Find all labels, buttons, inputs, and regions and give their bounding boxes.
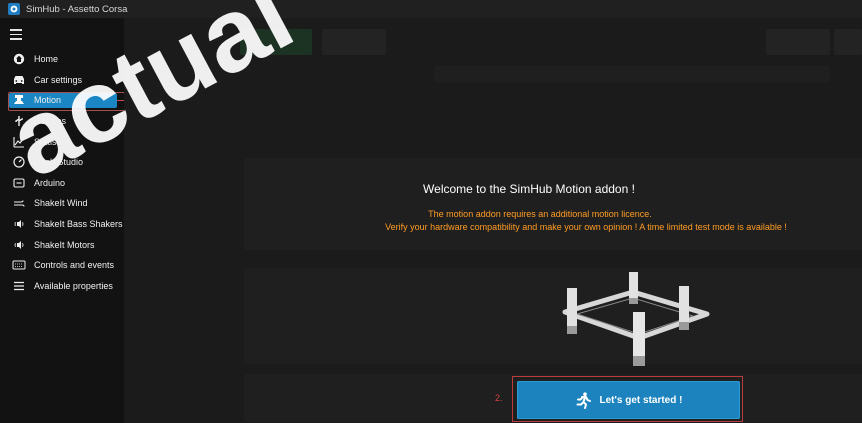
- step-number-label: 2.: [495, 393, 503, 403]
- sidebar-item-label: Devices: [34, 116, 67, 127]
- window-title: SimHub - Assetto Corsa: [26, 3, 128, 15]
- simhub-logo-icon: [8, 3, 20, 15]
- sidebar-item-shakeit-bass-shakers[interactable]: ShakeIt Bass Shakers: [0, 214, 124, 235]
- sidebar-item-label: Dash Studio: [34, 157, 84, 168]
- list-icon: [12, 279, 26, 293]
- wind-icon: [12, 196, 26, 210]
- lets-get-started-button[interactable]: Let's get started !: [517, 381, 740, 419]
- sidebar-item-dash-studio[interactable]: Dash Studio: [0, 152, 124, 173]
- arduino-icon: [12, 176, 26, 190]
- licence-note: The motion addon requires an additional …: [428, 209, 652, 219]
- motion-main-panel: Welcome to the SimHub Motion addon ! The…: [124, 18, 862, 423]
- title-bar: SimHub - Assetto Corsa: [0, 0, 862, 18]
- start-button-label: Let's get started !: [599, 394, 683, 406]
- sidebar-item-devices[interactable]: Devices: [0, 111, 124, 132]
- statistics-icon: [12, 135, 26, 149]
- sidebar: Home Car settings Motion Devices Statist…: [0, 18, 126, 423]
- hamburger-menu-icon[interactable]: [10, 29, 26, 40]
- motion-rig-illustration: [562, 272, 710, 366]
- sidebar-item-label: Home: [34, 54, 59, 65]
- sidebar-item-car-settings[interactable]: Car settings: [0, 70, 124, 91]
- sidebar-item-label: Statistics: [34, 136, 71, 147]
- sidebar-item-label: Car settings: [34, 74, 83, 85]
- sidebar-item-statistics[interactable]: Statistics: [0, 131, 124, 152]
- sidebar-item-available-properties[interactable]: Available properties: [0, 276, 124, 297]
- motion-icon: [12, 93, 26, 107]
- sidebar-item-motion[interactable]: Motion: [0, 90, 126, 112]
- sidebar-item-label: Motion: [34, 95, 62, 106]
- sidebar-item-shakeit-wind[interactable]: ShakeIt Wind: [0, 193, 124, 214]
- sidebar-item-arduino[interactable]: Arduino: [0, 173, 124, 194]
- keyboard-icon: [12, 258, 26, 272]
- sidebar-item-label: Available properties: [34, 280, 113, 291]
- car-icon: [12, 73, 26, 87]
- home-icon: [12, 52, 26, 66]
- usb-icon: [12, 114, 26, 128]
- modal-overlay: [124, 18, 862, 423]
- running-person-icon: [576, 391, 591, 409]
- verify-note: Verify your hardware compatibility and m…: [385, 222, 787, 232]
- sidebar-item-label: Arduino: [34, 177, 66, 188]
- speaker-icon: [12, 217, 26, 231]
- sidebar-item-shakeit-motors[interactable]: ShakeIt Motors: [0, 234, 124, 255]
- sidebar-item-label: ShakeIt Motors: [34, 239, 95, 250]
- sidebar-item-label: ShakeIt Bass Shakers: [34, 219, 123, 230]
- motor-icon: [12, 238, 26, 252]
- sidebar-item-home[interactable]: Home: [0, 49, 124, 70]
- sidebar-item-controls-and-events[interactable]: Controls and events: [0, 255, 124, 276]
- dash-icon: [12, 155, 26, 169]
- sidebar-item-label: Controls and events: [34, 260, 115, 271]
- welcome-title: Welcome to the SimHub Motion addon !: [423, 182, 635, 196]
- sidebar-item-label: ShakeIt Wind: [34, 198, 88, 209]
- sidebar-nav: Home Car settings Motion Devices Statist…: [0, 49, 126, 297]
